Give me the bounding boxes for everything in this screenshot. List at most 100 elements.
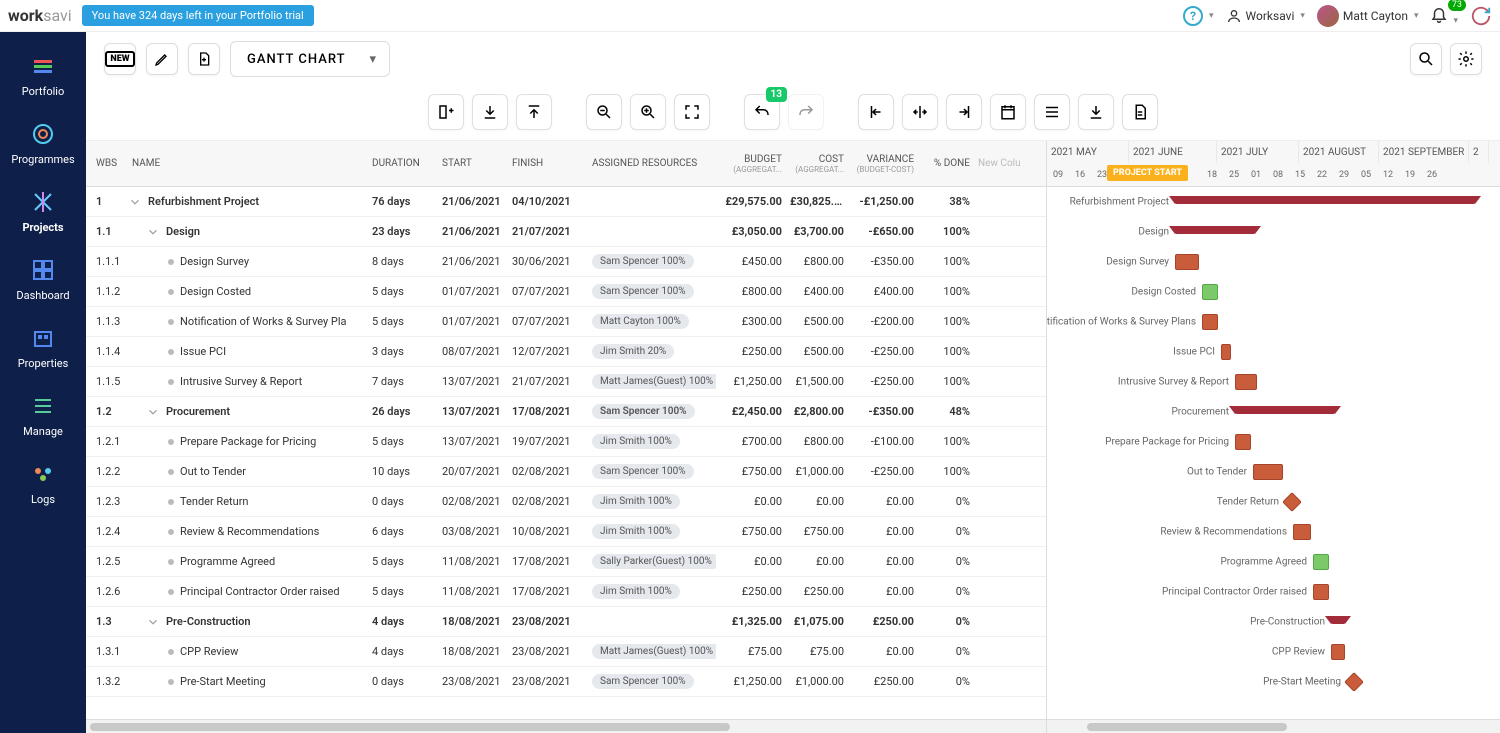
table-row[interactable]: 1Refurbishment Project76 days21/06/20210… (86, 187, 1046, 217)
sidebar-item-logs[interactable]: Logs (0, 452, 86, 520)
download-button[interactable] (1078, 94, 1114, 130)
table-row[interactable]: 1.3Pre-Construction4 days18/08/202123/08… (86, 607, 1046, 637)
table-row[interactable]: 1.2.1Prepare Package for Pricing5 days13… (86, 427, 1046, 457)
resource-chip[interactable]: Sam Spencer 100% (592, 254, 694, 269)
table-hscroll[interactable] (86, 719, 1046, 733)
chevron-down-icon[interactable] (146, 615, 160, 629)
resource-chip[interactable]: Jim Smith 20% (592, 344, 674, 359)
sidebar-item-dashboard[interactable]: Dashboard (0, 248, 86, 316)
undo-button[interactable]: 13 (744, 94, 780, 130)
sidebar-item-properties[interactable]: Properties (0, 316, 86, 384)
gantt-bar[interactable] (1221, 344, 1231, 360)
col-budget[interactable]: BUDGET(AGGREGAT... (716, 154, 786, 174)
gantt-bar[interactable] (1175, 226, 1255, 234)
gantt-bar[interactable] (1235, 434, 1251, 450)
table-row[interactable]: 1.2.2Out to Tender10 days20/07/202102/08… (86, 457, 1046, 487)
resource-chip[interactable]: Matt Cayton 100% (592, 314, 689, 329)
gantt-hscroll[interactable] (1047, 719, 1500, 733)
workspace-menu[interactable]: Worksavi▾ (1226, 8, 1305, 24)
sidebar-item-portfolio[interactable]: Portfolio (0, 44, 86, 112)
resource-chip[interactable]: Jim Smith 100% (592, 524, 680, 539)
resource-chip[interactable]: Sam Spencer 100% (592, 464, 694, 479)
scroll-thumb[interactable] (90, 723, 730, 731)
user-menu[interactable]: Matt Cayton▾ (1317, 5, 1419, 27)
col-name[interactable]: NAME (128, 158, 368, 169)
new-view-button[interactable]: NEW (104, 43, 136, 75)
gantt-bar[interactable] (1282, 492, 1302, 512)
gantt-bar[interactable] (1344, 672, 1364, 692)
resource-chip[interactable]: Jim Smith 100% (592, 434, 680, 449)
resource-chip[interactable]: Sam Spencer 100% (592, 404, 695, 419)
gantt-bar[interactable] (1175, 254, 1199, 270)
add-view-button[interactable] (188, 43, 220, 75)
notifications-button[interactable]: 73 ▾ (1430, 5, 1458, 26)
chevron-down-icon[interactable] (146, 225, 160, 239)
table-row[interactable]: 1.1.5Intrusive Survey & Report7 days13/0… (86, 367, 1046, 397)
settings-button[interactable] (1450, 43, 1482, 75)
gantt-bar[interactable] (1235, 374, 1257, 390)
view-selector[interactable]: GANTT CHART (230, 41, 390, 77)
calendar-button[interactable] (990, 94, 1026, 130)
sidebar-item-projects[interactable]: Projects (0, 180, 86, 248)
table-row[interactable]: 1.1Design23 days21/06/202121/07/2021£3,0… (86, 217, 1046, 247)
col-resources[interactable]: ASSIGNED RESOURCES (588, 158, 716, 169)
table-row[interactable]: 1.1.1Design Survey8 days21/06/202130/06/… (86, 247, 1046, 277)
gantt-bar[interactable] (1293, 524, 1311, 540)
col-variance[interactable]: VARIANCE(BUDGET-COST) (848, 154, 918, 174)
add-column-button[interactable] (428, 94, 464, 130)
search-button[interactable] (1410, 43, 1442, 75)
trial-banner[interactable]: You have 324 days left in your Portfolio… (82, 5, 314, 26)
gantt-bar[interactable] (1313, 554, 1329, 570)
zoom-in-button[interactable] (630, 94, 666, 130)
gantt-bar[interactable] (1202, 284, 1218, 300)
list-button[interactable] (1034, 94, 1070, 130)
document-button[interactable] (1122, 94, 1158, 130)
gantt-bar[interactable] (1235, 406, 1335, 414)
scroll-thumb[interactable] (1087, 723, 1287, 731)
help-menu[interactable]: ?▾ (1183, 6, 1214, 26)
import-button[interactable] (472, 94, 508, 130)
resource-chip[interactable]: Sam Spencer 100% (592, 674, 694, 689)
goto-start-button[interactable] (858, 94, 894, 130)
col-done[interactable]: % DONE (918, 158, 974, 169)
edit-view-button[interactable] (146, 43, 178, 75)
table-row[interactable]: 1.2.3Tender Return0 days02/08/202102/08/… (86, 487, 1046, 517)
col-new[interactable]: New Colu (974, 158, 1032, 169)
gantt-bar[interactable] (1313, 584, 1329, 600)
redo-button[interactable] (788, 94, 824, 130)
resource-chip[interactable]: Sally Parker(Guest) 100% (592, 554, 716, 569)
table-row[interactable]: 1.1.3Notification of Works & Survey Pla5… (86, 307, 1046, 337)
table-row[interactable]: 1.2.6Principal Contractor Order raised5 … (86, 577, 1046, 607)
resource-chip[interactable]: Matt James(Guest) 100% (592, 644, 716, 659)
table-row[interactable]: 1.3.2Pre-Start Meeting0 days23/08/202123… (86, 667, 1046, 697)
gantt-bar[interactable] (1202, 314, 1218, 330)
gantt-bar[interactable] (1253, 464, 1283, 480)
col-finish[interactable]: FINISH (508, 158, 588, 169)
zoom-out-button[interactable] (586, 94, 622, 130)
resource-chip[interactable]: Sam Spencer 100% (592, 284, 694, 299)
col-wbs[interactable]: WBS (86, 158, 128, 169)
resource-chip[interactable]: Matt James(Guest) 100% (592, 374, 716, 389)
resource-chip[interactable]: Jim Smith 100% (592, 494, 680, 509)
chevron-down-icon[interactable] (128, 195, 142, 209)
goto-today-button[interactable] (902, 94, 938, 130)
export-button[interactable] (516, 94, 552, 130)
resource-chip[interactable]: Jim Smith 100% (592, 584, 680, 599)
table-row[interactable]: 1.1.2Design Costed5 days01/07/202107/07/… (86, 277, 1046, 307)
sidebar-item-manage[interactable]: Manage (0, 384, 86, 452)
refresh-icon[interactable] (1470, 5, 1492, 27)
col-cost[interactable]: COST(AGGREGAT... (786, 154, 848, 174)
gantt-bar[interactable] (1331, 644, 1345, 660)
chevron-down-icon[interactable] (146, 405, 160, 419)
goto-end-button[interactable] (946, 94, 982, 130)
col-start[interactable]: START (438, 158, 508, 169)
sidebar-item-programmes[interactable]: Programmes (0, 112, 86, 180)
gantt-bar[interactable] (1175, 196, 1475, 204)
col-duration[interactable]: DURATION (368, 158, 438, 169)
fit-button[interactable] (674, 94, 710, 130)
table-row[interactable]: 1.3.1CPP Review4 days18/08/202123/08/202… (86, 637, 1046, 667)
table-row[interactable]: 1.2.4Review & Recommendations6 days03/08… (86, 517, 1046, 547)
table-row[interactable]: 1.2.5Programme Agreed5 days11/08/202117/… (86, 547, 1046, 577)
table-row[interactable]: 1.1.4Issue PCI3 days08/07/202112/07/2021… (86, 337, 1046, 367)
gantt-bar[interactable] (1331, 616, 1345, 624)
